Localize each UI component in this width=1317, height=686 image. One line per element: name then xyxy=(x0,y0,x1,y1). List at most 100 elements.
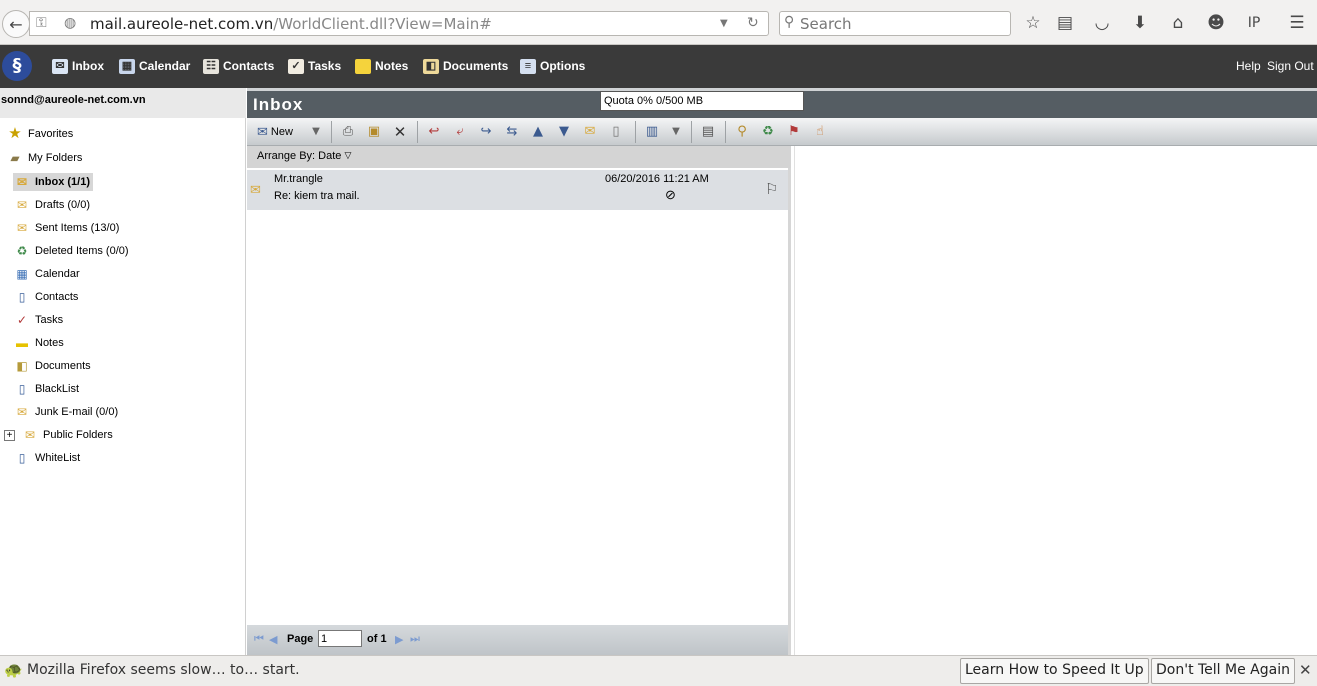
arrange-by-bar[interactable]: Arrange By: Date ▽ xyxy=(247,146,791,168)
my-folders-item[interactable]: ▰ My Folders xyxy=(8,149,82,167)
documents-icon: ◧ xyxy=(423,58,439,74)
search-input[interactable] xyxy=(800,14,1005,33)
nav-tasks[interactable]: ✓ Tasks xyxy=(288,57,341,75)
first-page-icon[interactable]: ⏮ xyxy=(254,633,264,646)
next-page-icon[interactable]: ▶ xyxy=(395,633,403,646)
nav-calendar[interactable]: ▦ Calendar xyxy=(119,57,190,75)
favorites-item[interactable]: ★ Favorites xyxy=(8,125,73,143)
url-field[interactable]: ⚿ ◍ mail.aureole-net.com.vn/WorldClient.… xyxy=(29,11,769,36)
folder-junk-email[interactable]: ✉ Junk E-mail (0/0) xyxy=(15,403,118,421)
preview-toggle-icon[interactable]: ▤ xyxy=(699,123,717,141)
notes-icon xyxy=(355,58,371,74)
folder-icon: ▰ xyxy=(10,151,20,165)
bookmark-star-icon[interactable]: ☆ xyxy=(1023,14,1043,32)
nav-inbox[interactable]: ✉ Inbox xyxy=(52,57,104,75)
print-icon[interactable]: ⎙ xyxy=(339,123,357,141)
browser-toolbar: ← ⚿ ◍ mail.aureole-net.com.vn/WorldClien… xyxy=(0,0,1317,45)
toolbar-separator xyxy=(635,121,636,143)
paste-icon[interactable]: ▣ xyxy=(365,123,383,141)
search-box[interactable]: ⚲ xyxy=(779,11,1011,36)
nav-notes[interactable]: Notes xyxy=(355,57,408,75)
folder-public-folders[interactable]: + ✉ Public Folders xyxy=(4,426,113,444)
previous-message-icon[interactable]: ▲ xyxy=(529,123,547,141)
envelope-icon: ✉ xyxy=(16,175,28,189)
mark-read-icon[interactable]: ✉ xyxy=(581,123,599,141)
page-title: Inbox xyxy=(253,95,304,114)
globe-icon: ◍ xyxy=(64,15,77,31)
next-message-icon[interactable]: ▼ xyxy=(555,123,573,141)
mail-toolbar: ✉ New ▼ ⎙ ▣ ✕ ↩ ⤶ ↪ ⇆ ▲ ▼ ✉ ▯ ▥ ▼ ▤ ⚲ ♻ ⚑… xyxy=(247,118,1317,146)
new-message-button[interactable]: ✉ New xyxy=(257,122,293,142)
read-envelope-icon: ✉ xyxy=(250,182,261,197)
folder-contacts[interactable]: ▯ Contacts xyxy=(15,288,79,306)
envelope-icon: ✉ xyxy=(24,428,36,442)
ip-addon-icon[interactable]: IP xyxy=(1244,14,1264,32)
folder-whitelist[interactable]: ▯ WhiteList xyxy=(15,449,81,467)
main-pane: Inbox Quota 0% 0/500 MB ✉ New ▼ ⎙ ▣ ✕ ↩ ⤶… xyxy=(247,88,1317,655)
reading-list-icon[interactable]: ▤ xyxy=(1055,14,1075,32)
folder-documents[interactable]: ◧ Documents xyxy=(15,357,90,375)
calendar-icon: ▦ xyxy=(119,58,135,74)
sign-out-link[interactable]: Sign Out xyxy=(1267,59,1314,73)
delete-icon[interactable]: ✕ xyxy=(391,123,409,141)
nav-options[interactable]: ≡ Options xyxy=(520,57,585,75)
message-subject: Re: kiem tra mail. xyxy=(274,190,360,202)
pocket-icon[interactable]: ◡ xyxy=(1092,14,1112,32)
contacts-icon: ☷ xyxy=(203,58,219,74)
empty-trash-icon[interactable]: ♻ xyxy=(759,123,777,141)
folder-deleted-items[interactable]: ♻ Deleted Items (0/0) xyxy=(15,242,129,260)
menu-icon[interactable]: ☰ xyxy=(1287,14,1307,32)
folder-calendar[interactable]: ▦ Calendar xyxy=(15,265,79,283)
forward-icon[interactable]: ↪ xyxy=(477,123,495,141)
folder-notes[interactable]: ▬ Notes xyxy=(15,334,64,352)
notes-icon: ▬ xyxy=(16,336,28,350)
folder-inbox[interactable]: ✉ Inbox (1/1) xyxy=(13,173,94,191)
url-text: mail.aureole-net.com.vn/WorldClient.dll?… xyxy=(90,15,492,33)
layout-icon[interactable]: ▥ xyxy=(643,123,661,141)
sort-arrow-icon[interactable]: ▽ xyxy=(344,150,351,160)
new-dropdown-icon[interactable]: ▼ xyxy=(307,123,325,141)
calendar-icon: ▦ xyxy=(16,267,28,281)
not-spam-icon[interactable]: ☝ xyxy=(811,123,829,141)
search-folder-icon[interactable]: ⚲ xyxy=(733,123,751,141)
folder-drafts[interactable]: ✉ Drafts (0/0) xyxy=(15,196,90,214)
arrow-left-icon: ← xyxy=(9,14,23,34)
help-link[interactable]: Help xyxy=(1236,59,1261,73)
compose-icon: ✉ xyxy=(257,124,268,139)
table-row[interactable]: ✉ Mr.trangle Re: kiem tra mail. 06/20/20… xyxy=(247,170,788,210)
reload-icon[interactable]: ↻ xyxy=(747,15,759,31)
close-icon[interactable]: ✕ xyxy=(1299,661,1312,679)
dropdown-arrow-icon[interactable]: ▼ xyxy=(720,18,728,29)
envelope-icon: ✉ xyxy=(52,58,68,74)
download-icon[interactable]: ⬇ xyxy=(1130,14,1150,32)
learn-speed-button[interactable]: Learn How to Speed It Up xyxy=(960,658,1149,684)
back-button[interactable]: ← xyxy=(2,10,30,38)
folder-sent-items[interactable]: ✉ Sent Items (13/0) xyxy=(15,219,119,237)
documents-icon: ◧ xyxy=(16,359,28,373)
home-icon[interactable]: ⌂ xyxy=(1168,14,1188,32)
toolbar-separator xyxy=(331,121,332,143)
logo-icon[interactable]: § xyxy=(2,51,32,81)
move-icon[interactable]: ⇆ xyxy=(503,123,521,141)
nav-contacts[interactable]: ☷ Contacts xyxy=(203,57,274,75)
star-icon: ★ xyxy=(8,125,22,142)
layout-dropdown-icon[interactable]: ▼ xyxy=(667,123,685,141)
folder-tasks[interactable]: ✓ Tasks xyxy=(15,311,63,329)
mark-spam-icon[interactable]: ⚑ xyxy=(785,123,803,141)
folder-blacklist[interactable]: ▯ BlackList xyxy=(15,380,79,398)
tasks-icon: ✓ xyxy=(16,313,28,327)
page-number-input[interactable] xyxy=(318,630,362,647)
nav-documents[interactable]: ◧ Documents xyxy=(423,57,508,75)
chat-icon[interactable]: ☻ xyxy=(1206,14,1226,32)
flag-icon[interactable]: ⚐ xyxy=(765,180,778,198)
key-icon: ⚿ xyxy=(36,15,47,31)
tasks-icon: ✓ xyxy=(288,58,304,74)
last-page-icon[interactable]: ⏭ xyxy=(410,633,420,646)
view-source-icon[interactable]: ▯ xyxy=(607,123,625,141)
reply-icon[interactable]: ↩ xyxy=(425,123,443,141)
notification-message: Mozilla Firefox seems slow… to… start. xyxy=(27,662,300,678)
reply-all-icon[interactable]: ⤶ xyxy=(451,123,469,141)
expand-plus-icon[interactable]: + xyxy=(4,429,15,441)
prev-page-icon[interactable]: ◀ xyxy=(269,633,277,646)
dont-tell-again-button[interactable]: Don't Tell Me Again xyxy=(1151,658,1295,684)
